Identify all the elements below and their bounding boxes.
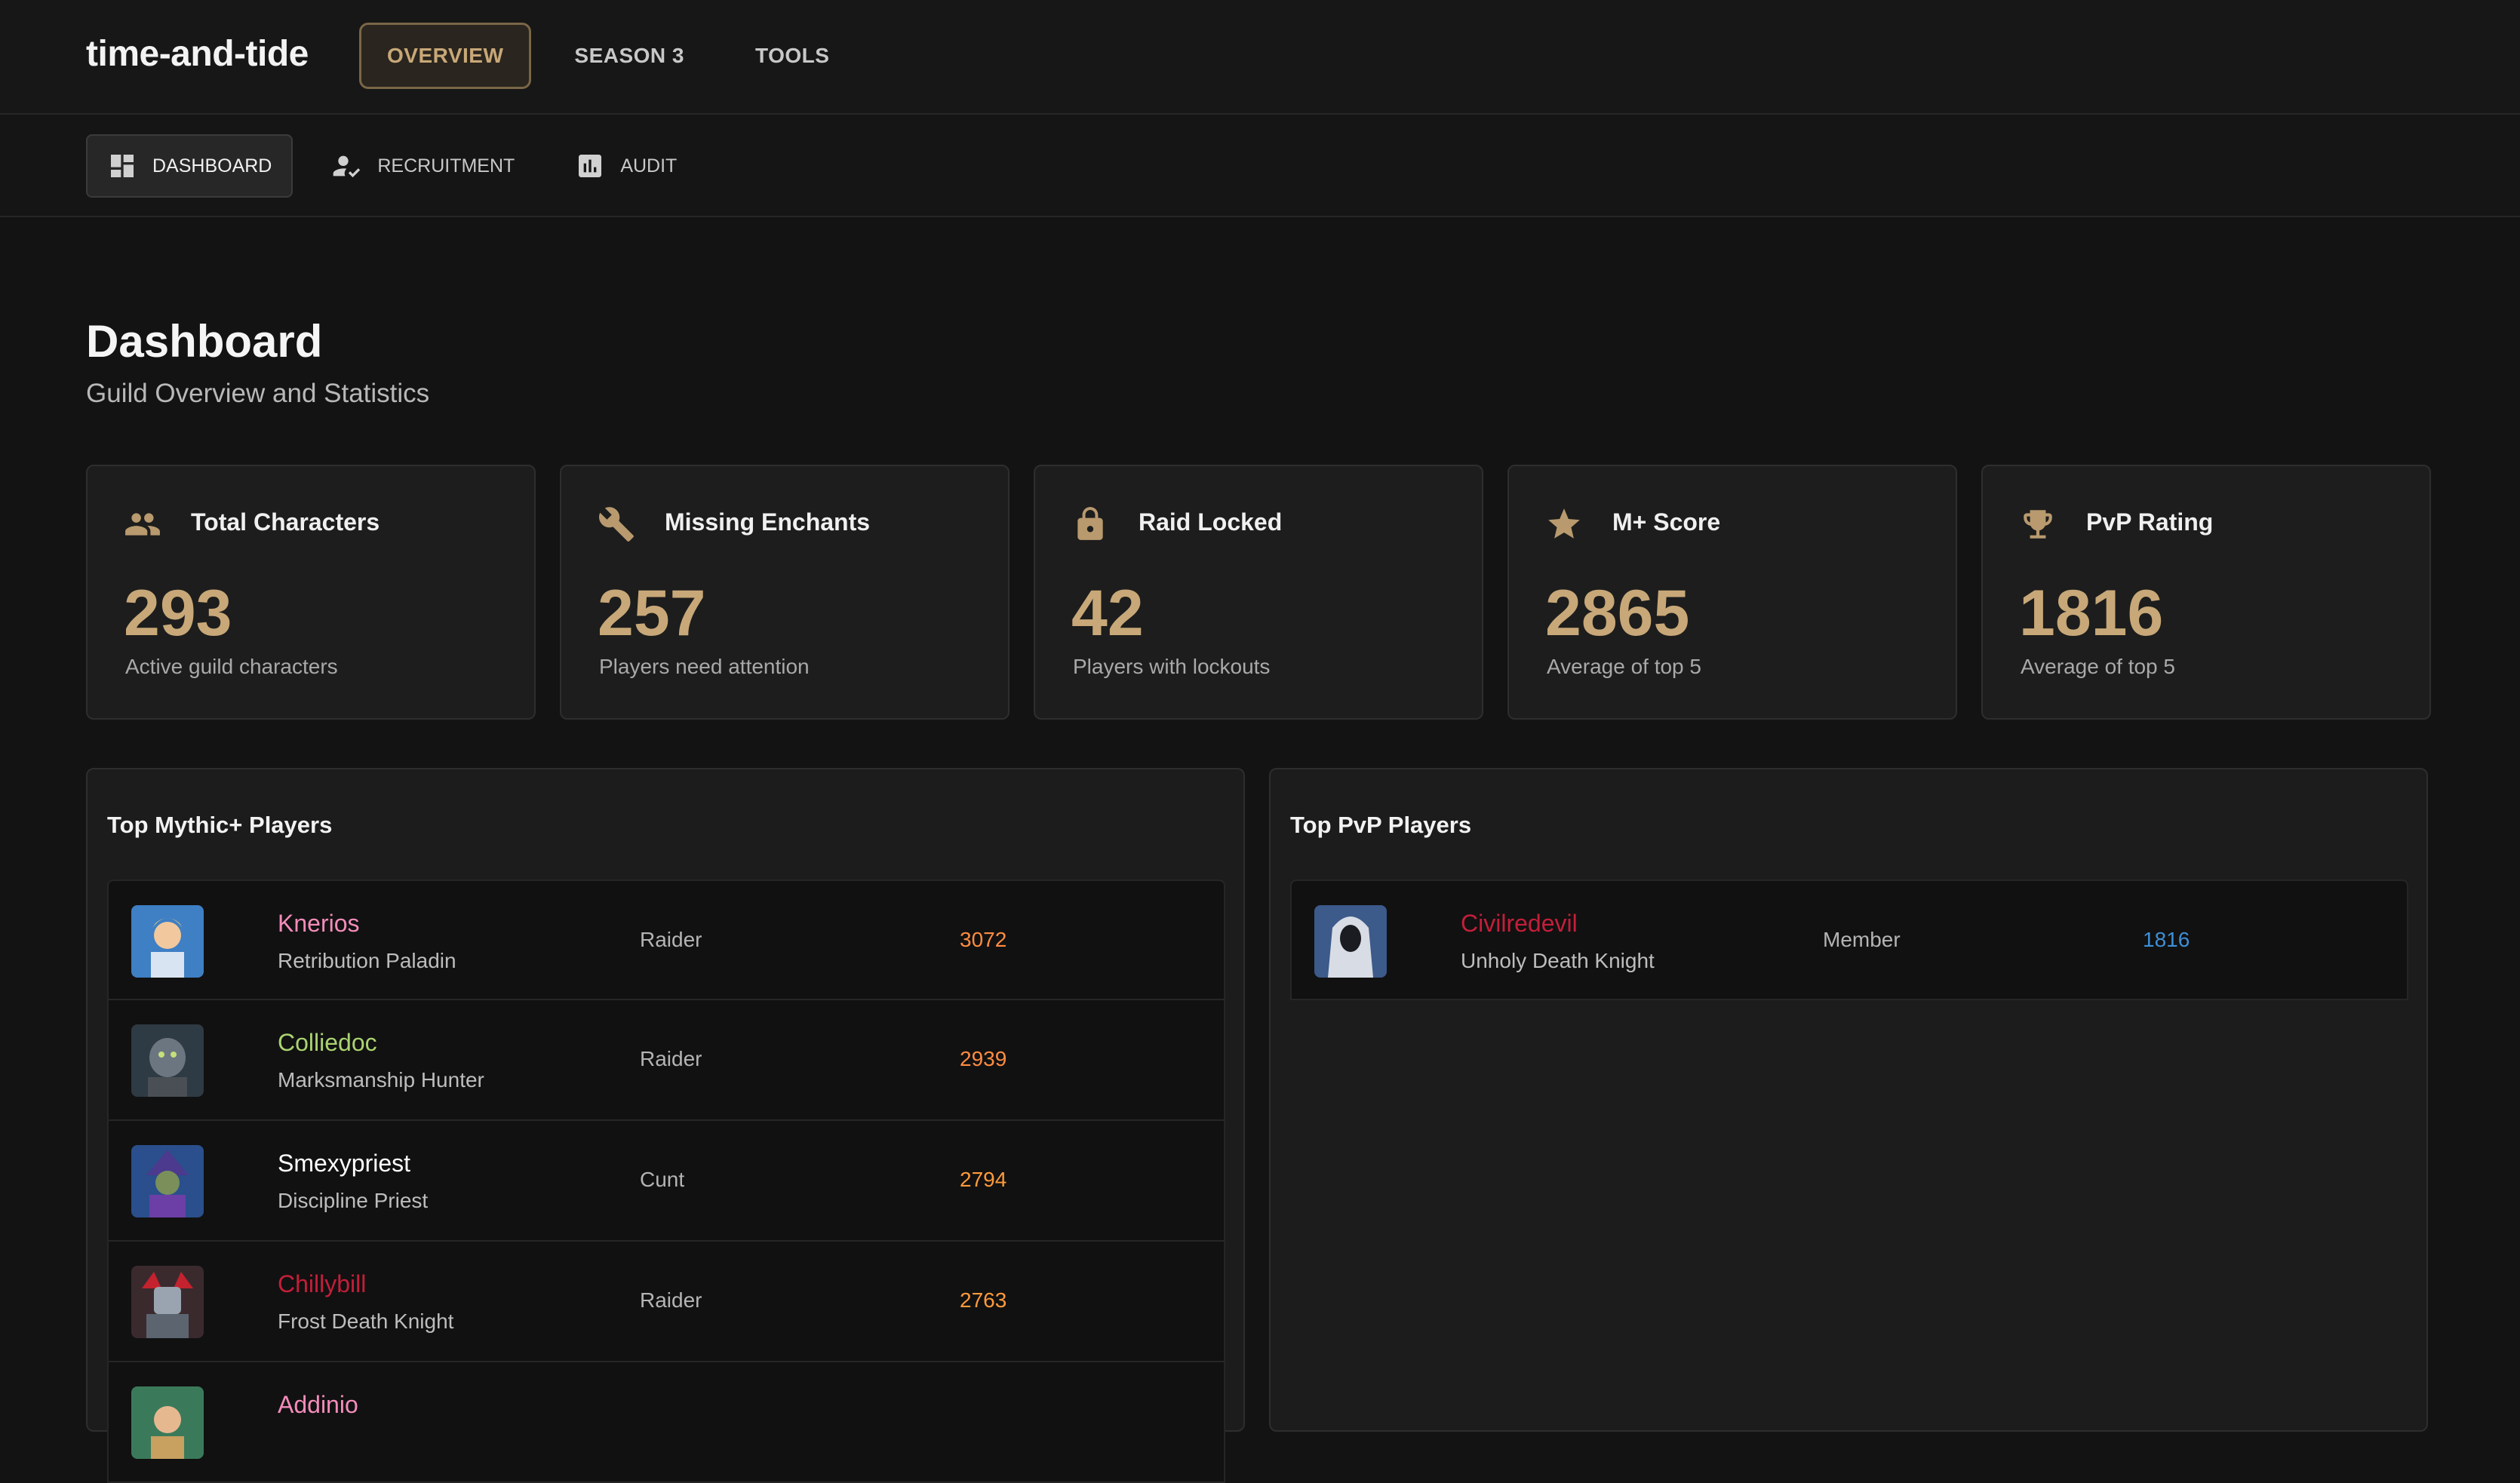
- list-item[interactable]: Civilredevil Unholy Death Knight Member …: [1290, 880, 2408, 1000]
- stat-title: PvP Rating: [2086, 508, 2214, 536]
- player-name[interactable]: Smexypriest: [278, 1150, 410, 1177]
- list-item[interactable]: Smexypriest Discipline Priest Cunt 2794: [107, 1121, 1225, 1242]
- person-check-icon: [333, 155, 361, 178]
- avatar: [131, 905, 204, 978]
- stat-title: Raid Locked: [1139, 508, 1283, 536]
- sub-nav-tabs: DASHBOARD RECRUITMENT AUDIT: [86, 134, 698, 198]
- page-subtitle: Guild Overview and Statistics: [86, 379, 430, 408]
- subtab-recruitment[interactable]: RECRUITMENT: [311, 134, 536, 198]
- player-spec: Discipline Priest: [278, 1189, 429, 1212]
- stat-value: 1816: [2019, 577, 2164, 649]
- stat-description: Average of top 5: [1547, 655, 1701, 678]
- player-score: 3072: [960, 928, 1007, 951]
- player-rank: Cunt: [640, 1168, 685, 1191]
- stat-card-pvp-rating: PvP Rating 1816 Average of top 5: [1981, 465, 2431, 720]
- subtab-recruitment-label: RECRUITMENT: [377, 155, 515, 177]
- stat-description: Players with lockouts: [1073, 655, 1271, 678]
- subtab-audit[interactable]: AUDIT: [554, 134, 698, 198]
- sub-navbar: DASHBOARD RECRUITMENT AUDIT: [0, 115, 2520, 217]
- stat-value: 42: [1071, 577, 1144, 649]
- stat-value: 257: [598, 577, 706, 649]
- list-item[interactable]: Knerios Retribution Paladin Raider 3072: [107, 880, 1225, 1000]
- player-name[interactable]: Colliedoc: [278, 1029, 377, 1057]
- wrench-icon: [598, 505, 635, 543]
- stat-cards: Total Characters 293 Active guild charac…: [86, 465, 2431, 720]
- top-pvp-panel: Top PvP Players Civilredevil Unholy Deat…: [1269, 768, 2428, 1432]
- pvp-player-list: Civilredevil Unholy Death Knight Member …: [1290, 880, 2408, 1000]
- player-name[interactable]: Addinio: [278, 1391, 358, 1419]
- avatar: [131, 1266, 204, 1338]
- player-name[interactable]: Chillybill: [278, 1270, 366, 1298]
- subtab-dashboard-label: DASHBOARD: [152, 155, 272, 177]
- stat-card-total-characters: Total Characters 293 Active guild charac…: [86, 465, 536, 720]
- player-spec: Unholy Death Knight: [1461, 949, 1655, 972]
- player-score: 1816: [2143, 928, 2190, 951]
- player-spec: Frost Death Knight: [278, 1310, 454, 1333]
- subtab-audit-label: AUDIT: [620, 155, 678, 177]
- player-rank: Member: [1823, 928, 1901, 951]
- avatar: [131, 1145, 204, 1217]
- avatar: [131, 1386, 204, 1459]
- player-name[interactable]: Civilredevil: [1461, 910, 1578, 938]
- list-item[interactable]: Addinio: [107, 1362, 1225, 1483]
- lock-icon: [1071, 505, 1109, 543]
- player-spec: Retribution Paladin: [278, 949, 456, 972]
- list-item[interactable]: Chillybill Frost Death Knight Raider 276…: [107, 1242, 1225, 1362]
- people-icon: [124, 505, 161, 543]
- stat-card-missing-enchants: Missing Enchants 257 Players need attent…: [560, 465, 1010, 720]
- top-navbar: time-and-tide OVERVIEW SEASON 3 TOOLS: [0, 0, 2520, 115]
- subtab-dashboard[interactable]: DASHBOARD: [86, 134, 293, 198]
- player-rank: Raider: [640, 1288, 702, 1312]
- player-rank: Raider: [640, 928, 702, 951]
- stat-card-raid-locked: Raid Locked 42 Players with lockouts: [1034, 465, 1483, 720]
- bar-chart-icon: [579, 155, 602, 177]
- stat-value: 2865: [1545, 577, 1690, 649]
- stat-description: Average of top 5: [2021, 655, 2175, 678]
- player-score: 2763: [960, 1288, 1007, 1312]
- tab-overview[interactable]: OVERVIEW: [359, 23, 532, 89]
- stat-description: Active guild characters: [125, 655, 338, 678]
- panel-title: Top PvP Players: [1290, 812, 1472, 838]
- app-logo-title[interactable]: time-and-tide: [86, 33, 309, 75]
- stat-title: M+ Score: [1612, 508, 1721, 536]
- trophy-icon: [2019, 505, 2057, 543]
- stat-title: Missing Enchants: [665, 508, 871, 536]
- dashboard-icon: [111, 155, 134, 177]
- tab-season-3[interactable]: SEASON 3: [546, 23, 712, 89]
- page-title: Dashboard: [86, 316, 323, 367]
- mythic-player-list: Knerios Retribution Paladin Raider 3072 …: [107, 880, 1225, 1483]
- player-name[interactable]: Knerios: [278, 910, 360, 938]
- stat-card-mplus-score: M+ Score 2865 Average of top 5: [1507, 465, 1957, 720]
- top-nav-tabs: OVERVIEW SEASON 3 TOOLS: [359, 23, 857, 89]
- stat-value: 293: [124, 577, 232, 649]
- star-icon: [1545, 505, 1583, 543]
- player-spec: Marksmanship Hunter: [278, 1068, 484, 1092]
- top-mythic-panel: Top Mythic+ Players Knerios Retribution …: [86, 768, 1245, 1483]
- avatar: [1314, 905, 1387, 978]
- player-score: 2794: [960, 1168, 1007, 1191]
- stat-description: Players need attention: [599, 655, 810, 678]
- avatar: [131, 1024, 204, 1097]
- player-score: 2939: [960, 1047, 1007, 1070]
- panel-title: Top Mythic+ Players: [107, 812, 333, 838]
- player-rank: Raider: [640, 1047, 702, 1070]
- list-item[interactable]: Colliedoc Marksmanship Hunter Raider 293…: [107, 1000, 1225, 1121]
- stat-title: Total Characters: [191, 508, 380, 536]
- tab-tools[interactable]: TOOLS: [727, 23, 857, 89]
